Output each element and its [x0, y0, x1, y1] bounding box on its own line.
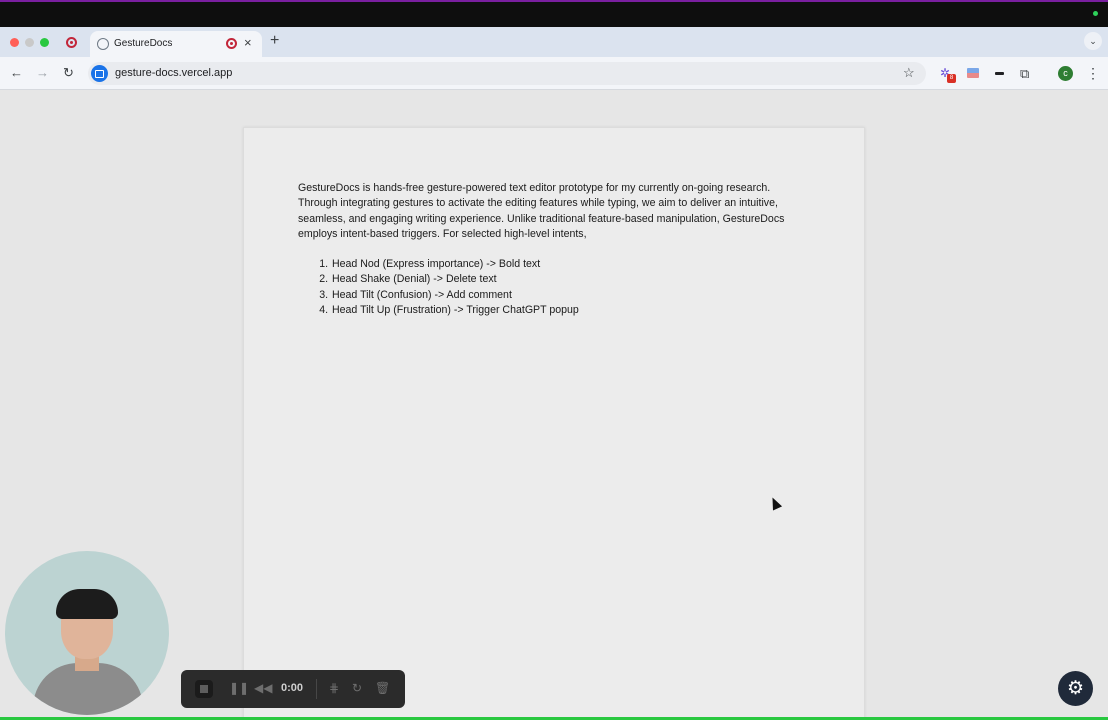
new-tab-button[interactable]: + — [270, 32, 279, 50]
webcam-person-hair — [56, 589, 118, 619]
screen-record-icon — [66, 37, 77, 48]
document-intro[interactable]: GestureDocs is hands-free gesture-powere… — [298, 181, 808, 242]
settings-gear-button[interactable]: ⚙ — [1058, 671, 1093, 706]
tab-gesturedocs[interactable]: GestureDocs × — [90, 31, 262, 57]
tab-recording-icon — [226, 38, 237, 49]
extensions-puzzle-icon[interactable]: ⧉ — [1020, 66, 1029, 82]
forward-button[interactable]: → — [36, 65, 49, 81]
back-button[interactable]: ← — [10, 65, 23, 81]
dash-extension-icon[interactable] — [995, 72, 1004, 75]
window-minimize-button[interactable] — [25, 38, 34, 47]
url-text[interactable]: gesture-docs.vercel.app — [115, 67, 232, 79]
browser-menu-icon[interactable]: ⋮ — [1086, 65, 1100, 82]
recording-controls: ❚❚ ◀◀ 0:00 ⋕ ↻ 🗑 — [181, 670, 405, 708]
document-page[interactable]: GestureDocs is hands-free gesture-powere… — [243, 127, 865, 720]
tab-strip: GestureDocs × + ⌄ — [0, 27, 1108, 57]
tab-title: GestureDocs — [114, 38, 173, 49]
profile-avatar[interactable]: c — [1058, 66, 1073, 81]
window-zoom-button[interactable] — [40, 38, 49, 47]
window-close-button[interactable] — [10, 38, 19, 47]
camera-icon[interactable] — [91, 65, 108, 82]
restart-icon[interactable]: ↻ — [352, 681, 362, 695]
rewind-icon[interactable]: ◀◀ — [254, 681, 272, 695]
recording-indicator-icon — [1093, 11, 1098, 16]
screen-top-bar — [0, 0, 1108, 27]
list-item[interactable]: Head Tilt (Confusion) -> Add comment — [331, 288, 579, 303]
trash-icon[interactable]: 🗑 — [375, 681, 390, 695]
list-item[interactable]: Head Nod (Express importance) -> Bold te… — [331, 257, 579, 272]
bookmark-star-icon[interactable]: ☆ — [903, 65, 915, 81]
flag-extension-icon[interactable] — [967, 68, 979, 78]
address-bar[interactable]: gesture-docs.vercel.app ☆ — [88, 62, 926, 85]
gesture-list: Head Nod (Express importance) -> Bold te… — [331, 257, 579, 318]
reload-button[interactable]: ↻ — [63, 65, 74, 81]
list-item[interactable]: Head Shake (Denial) -> Delete text — [331, 272, 579, 287]
list-item[interactable]: Head Tilt Up (Frustration) -> Trigger Ch… — [331, 303, 579, 318]
pause-icon[interactable]: ❚❚ — [229, 681, 249, 695]
globe-icon — [97, 38, 109, 50]
stop-recording-button[interactable] — [195, 680, 213, 698]
extension-badge: 8 — [947, 74, 956, 83]
recorder-divider — [316, 679, 317, 699]
webcam-bubble[interactable] — [5, 551, 169, 715]
tab-search-button[interactable]: ⌄ — [1084, 32, 1102, 50]
tab-close-button[interactable]: × — [244, 35, 252, 51]
recording-timer: 0:00 — [281, 682, 304, 694]
grid-icon[interactable]: ⋕ — [329, 681, 339, 695]
